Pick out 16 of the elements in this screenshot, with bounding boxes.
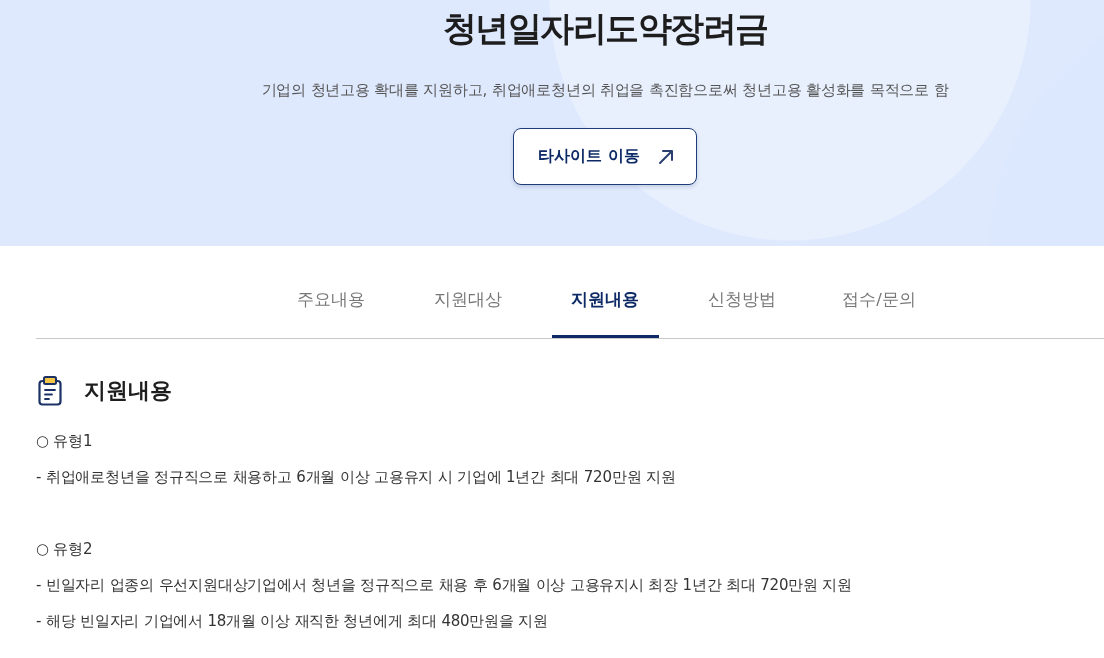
section-title: 지원내용: [84, 377, 172, 405]
tab[interactable]: 접수/문의: [825, 262, 933, 338]
external-site-button[interactable]: 타사이트 이동: [513, 128, 697, 185]
type-heading: ○ 유형1: [36, 431, 93, 452]
type-heading: ○ 유형2: [36, 539, 93, 560]
page-title: 청년일자리도약장려금: [442, 7, 768, 50]
tab[interactable]: 신청방법: [688, 262, 796, 338]
tab[interactable]: 지원내용: [551, 262, 659, 338]
description-line: - 취업애로청년을 정규직으로 채용하고 6개월 이상 고용유지 시 기업에 1년간 최대 720만원 지원: [36, 467, 676, 488]
arrow-up-right-icon: [657, 148, 674, 165]
tab[interactable]: 지원대상: [414, 262, 522, 338]
description-line: - 빈일자리 업종의 우선지원대상기업에서 청년을 정규직으로 채용 후 6개월 이상 고용유지시 최장 1년간 최대 720만원 지원: [36, 575, 853, 596]
clipboard-icon: [38, 376, 62, 406]
page-description: 기업의 청년고용 확대를 지원하고, 취업애로청년의 취업을 촉진함으로써 청년고용 활성화를 목적으로 함: [261, 80, 949, 101]
tab[interactable]: 주요내용: [277, 262, 385, 338]
description-line: - 해당 빈일자리 기업에서 18개월 이상 재직한 청년에게 최대 480만원을 지원: [36, 611, 548, 632]
